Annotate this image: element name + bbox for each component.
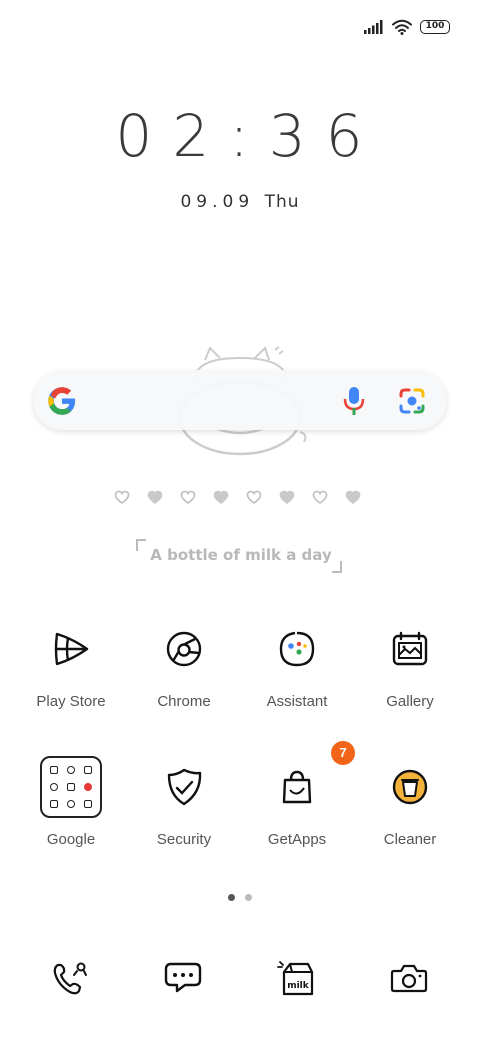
google-lens-icon[interactable]: [398, 387, 426, 415]
assistant-icon: [265, 617, 329, 681]
mini-photos-icon: [47, 763, 62, 778]
page-dot-2[interactable]: [245, 894, 252, 901]
heart-filled-icon: [213, 490, 229, 504]
slogan-decoration: A bottle of milk a day: [136, 539, 342, 573]
bracket-top-left: [136, 539, 146, 551]
chrome-icon: [152, 617, 216, 681]
heart-outline-icon: [114, 490, 130, 504]
play-store-icon: [39, 617, 103, 681]
google-g-icon: [48, 387, 76, 415]
slogan-text: A bottle of milk a day: [150, 546, 332, 564]
notification-badge: 7: [331, 741, 355, 765]
milk-carton-icon: milk: [277, 961, 314, 996]
page-dot-1[interactable]: [228, 894, 235, 901]
microphone-icon[interactable]: [341, 386, 367, 416]
app-play-store[interactable]: Play Store: [14, 617, 128, 710]
mini-youtube-icon: [80, 780, 95, 795]
app-label: Google: [46, 831, 96, 848]
lockscreen-date[interactable]: 09.09 Thu: [0, 192, 480, 212]
app-label: Play Store: [36, 693, 106, 710]
app-cleaner[interactable]: Cleaner: [353, 755, 467, 848]
weekday-value: Thu: [264, 192, 300, 212]
app-chrome[interactable]: Chrome: [127, 617, 241, 710]
gallery-icon: [378, 617, 442, 681]
heart-outline-icon: [312, 490, 328, 504]
getapps-bag-icon: 7: [265, 741, 355, 819]
google-search-bar[interactable]: [33, 370, 447, 430]
cleaner-bin-icon: [378, 755, 442, 819]
mini-g-icon: [64, 763, 79, 778]
page-indicator[interactable]: [228, 894, 252, 901]
milk-carton-label: milk: [287, 981, 310, 991]
dock-phone[interactable]: [38, 950, 102, 1006]
app-security[interactable]: Security: [127, 755, 241, 848]
app-google-folder[interactable]: Google: [14, 755, 128, 848]
mini-clock-icon: [80, 796, 95, 811]
lockscreen-clock[interactable]: 02:36: [0, 102, 480, 170]
app-getapps[interactable]: 7 GetApps: [240, 741, 355, 848]
status-bar: 100: [364, 14, 450, 40]
signal-bars-icon: [364, 20, 383, 34]
battery-indicator: 100: [420, 20, 450, 34]
messages-icon: [164, 962, 202, 993]
mini-drive-icon: [64, 780, 79, 795]
dock-milk-app[interactable]: milk: [264, 950, 328, 1006]
phone-icon: [53, 962, 87, 995]
app-assistant[interactable]: Assistant: [240, 617, 354, 710]
app-label: Gallery: [386, 693, 434, 710]
security-shield-icon: [152, 755, 216, 819]
dock-messages[interactable]: [151, 950, 215, 1006]
heart-outline-icon: [246, 490, 262, 504]
mini-files-icon: [80, 763, 95, 778]
dock-camera[interactable]: [377, 950, 441, 1006]
heart-outline-icon: [180, 490, 196, 504]
camera-icon: [390, 964, 428, 993]
wifi-icon: [392, 19, 412, 35]
app-label: Assistant: [266, 693, 328, 710]
app-gallery[interactable]: Gallery: [353, 617, 467, 710]
date-value: 09.09: [180, 192, 255, 212]
mini-assist-icon: [64, 796, 79, 811]
heart-filled-icon: [345, 490, 361, 504]
app-label: Security: [156, 831, 212, 848]
app-label: Chrome: [157, 693, 211, 710]
app-label: Cleaner: [383, 831, 437, 848]
google-folder-icon: [39, 755, 103, 819]
hearts-decoration: [114, 490, 361, 504]
mini-play-icon: [47, 780, 62, 795]
heart-filled-icon: [279, 490, 295, 504]
app-label: GetApps: [267, 831, 327, 848]
folder-preview-grid: [40, 756, 102, 818]
heart-filled-icon: [147, 490, 163, 504]
mini-meet-icon: [47, 796, 62, 811]
bracket-bottom-right: [332, 561, 342, 573]
